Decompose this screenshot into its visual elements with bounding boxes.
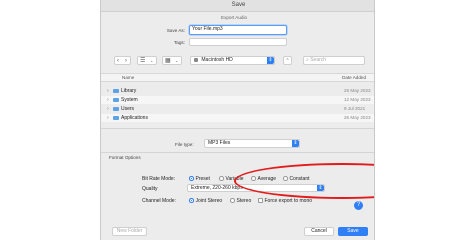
highlight-oval bbox=[234, 163, 374, 199]
list-item[interactable]: › Library 26 May 2023 bbox=[101, 87, 374, 95]
folder-icon bbox=[113, 116, 119, 120]
bit-rate-label: Bit Rate Mode: bbox=[142, 176, 176, 182]
force-mono-checkbox[interactable]: Force export to mono bbox=[258, 198, 312, 204]
quality-value: Extreme, 220-260 kbps bbox=[191, 185, 243, 191]
chevron-right-icon[interactable]: › bbox=[107, 105, 109, 113]
chevron-right-icon[interactable]: › bbox=[107, 96, 109, 104]
list-item[interactable]: › Applications 26 May 2023 bbox=[101, 114, 374, 122]
view-mode-button[interactable]: ☰ ⌄ bbox=[137, 56, 157, 65]
radio-button[interactable] bbox=[189, 176, 194, 181]
list-item[interactable]: › System 12 May 2023 bbox=[101, 96, 374, 104]
file-type-popup[interactable]: MP3 Files ⇕ bbox=[204, 139, 300, 148]
quality-label: Quality bbox=[142, 186, 158, 192]
date-column-header[interactable]: Date Added bbox=[342, 74, 366, 82]
disk-icon bbox=[194, 57, 198, 62]
save-as-input[interactable]: Your File.mp3 bbox=[189, 25, 287, 35]
save-dialog: Save Export Audio Save As: Your File.mp3… bbox=[100, 0, 375, 240]
radio-button[interactable] bbox=[189, 198, 194, 203]
chevron-right-icon[interactable]: › bbox=[107, 87, 109, 95]
file-type-label: File type: bbox=[175, 142, 194, 147]
channel-mode-label: Channel Mode: bbox=[142, 198, 176, 204]
chevron-right-icon[interactable]: › bbox=[125, 57, 127, 65]
window-title: Save bbox=[101, 0, 374, 12]
chevron-right-icon[interactable]: › bbox=[107, 114, 109, 122]
search-icon: ⌕ bbox=[306, 57, 309, 63]
help-button[interactable]: ? bbox=[354, 201, 363, 210]
chevron-down-icon: ⌄ bbox=[150, 58, 154, 63]
list-item[interactable]: › Users 9 Jul 2021 bbox=[101, 105, 374, 113]
divider bbox=[101, 152, 374, 153]
radio-button[interactable] bbox=[230, 198, 235, 203]
grid-view-icon: ▦ bbox=[165, 58, 171, 64]
checkbox[interactable] bbox=[258, 198, 263, 203]
format-options-heading: Format Options bbox=[109, 155, 141, 160]
updown-arrows-icon: ⇕ bbox=[267, 57, 274, 64]
column-view-icon: ☰ bbox=[140, 58, 146, 64]
cancel-button[interactable]: Cancel bbox=[304, 227, 334, 236]
dialog-subtitle: Export Audio bbox=[221, 15, 248, 20]
list-header: Name Date Added bbox=[101, 73, 374, 82]
folder-icon bbox=[113, 107, 119, 111]
expand-button[interactable]: ⌃ bbox=[283, 56, 292, 65]
location-label: Macintosh HD bbox=[201, 57, 233, 63]
folder-icon bbox=[113, 89, 119, 93]
back-forward-buttons[interactable]: ‹ › bbox=[114, 56, 131, 65]
radio-preset[interactable]: Preset bbox=[189, 176, 210, 182]
updown-arrows-icon: ⇕ bbox=[292, 140, 299, 147]
divider bbox=[101, 128, 374, 129]
tags-label: Tags: bbox=[174, 40, 185, 45]
folder-icon bbox=[113, 98, 119, 102]
save-as-label: Save As: bbox=[166, 28, 185, 33]
radio-button[interactable] bbox=[219, 176, 224, 181]
chevron-down-icon: ⌄ bbox=[175, 58, 179, 63]
file-type-value: MP3 Files bbox=[208, 140, 231, 146]
name-column-header[interactable]: Name bbox=[122, 74, 134, 82]
chevron-left-icon[interactable]: ‹ bbox=[117, 57, 119, 65]
radio-stereo[interactable]: Stereo bbox=[230, 198, 251, 204]
tags-input[interactable] bbox=[189, 38, 287, 46]
chevron-up-icon: ⌃ bbox=[285, 58, 290, 64]
radio-joint-stereo[interactable]: Joint Stereo bbox=[189, 198, 222, 204]
location-popup[interactable]: Macintosh HD ⇕ bbox=[190, 56, 275, 65]
search-field[interactable]: ⌕ Search bbox=[303, 56, 365, 65]
grid-view-button[interactable]: ▦ ⌄ bbox=[162, 56, 182, 65]
save-button[interactable]: Save bbox=[338, 227, 368, 236]
new-folder-button[interactable]: New Folder bbox=[112, 227, 147, 236]
search-placeholder: Search bbox=[310, 57, 327, 63]
